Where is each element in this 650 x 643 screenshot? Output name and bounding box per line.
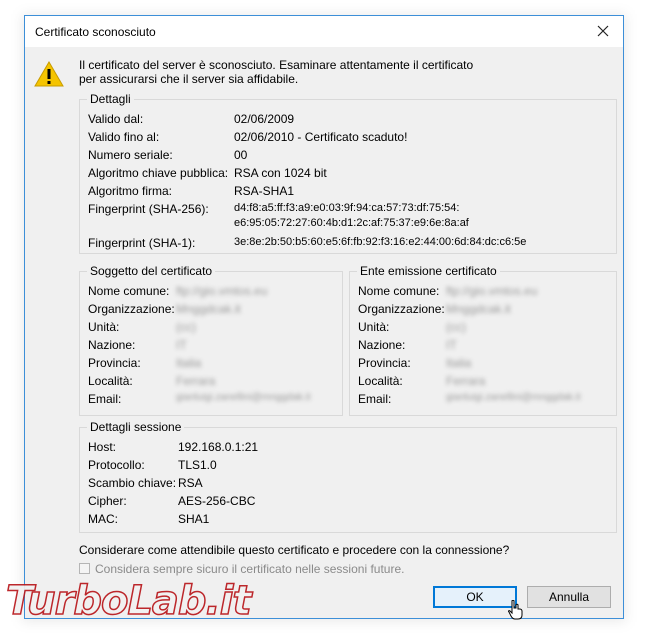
issuer-email-value: gianluigi.zanellini@mnggdak.it xyxy=(446,392,581,403)
message-line-1: Il certificato del server è sconosciuto.… xyxy=(79,58,474,72)
subject-province-label: Provincia: xyxy=(88,356,141,370)
session-group: Dettagli sessione Host: 192.168.0.1:21 Pr… xyxy=(79,420,617,533)
issuer-nation-label: Nazione: xyxy=(358,338,406,352)
protocol-label: Protocollo: xyxy=(88,458,145,472)
issuer-org-label: Organizzazione: xyxy=(358,302,445,316)
pubkey-value: RSA con 1024 bit xyxy=(234,166,327,180)
subject-org-label: Organizzazione: xyxy=(88,302,175,316)
issuer-locality-value: Ferrara xyxy=(446,374,486,388)
message-line-2: per assicurarsi che il server sia affida… xyxy=(79,72,299,86)
serial-value: 00 xyxy=(234,148,248,162)
ok-button[interactable]: OK xyxy=(433,586,517,608)
subject-org-value: Mnggdcak.it xyxy=(176,302,241,316)
subject-email-label: Email: xyxy=(88,392,122,406)
close-button[interactable] xyxy=(589,18,617,44)
mouse-cursor-icon xyxy=(508,600,523,620)
key-exchange-label: Scambio chiave: xyxy=(88,476,177,490)
details-group-title: Dettagli xyxy=(87,92,134,106)
signature-value: RSA-SHA1 xyxy=(234,184,295,198)
subject-nation-value: IT xyxy=(176,338,187,352)
trust-question: Considerare come attendibile questo cert… xyxy=(79,543,510,557)
key-exchange-value: RSA xyxy=(178,476,203,490)
subject-nation-label: Nazione: xyxy=(88,338,136,352)
window-title: Certificato sconosciuto xyxy=(35,25,156,39)
valid-to-label: Valido fino al: xyxy=(88,130,160,144)
issuer-email-label: Email: xyxy=(358,392,392,406)
message: Il certificato del server è sconosciuto.… xyxy=(79,58,499,86)
turbolab-watermark: TurboLab.it xyxy=(5,577,252,625)
subject-locality-label: Località: xyxy=(88,374,133,388)
valid-to-value: 02/06/2010 - Certificato scaduto! xyxy=(234,130,408,144)
issuer-province-value: Italia xyxy=(446,356,472,370)
issuer-group: Ente emissione certificato Nome comune: f… xyxy=(349,264,617,416)
host-label: Host: xyxy=(88,440,117,454)
subject-cn-label: Nome comune: xyxy=(88,284,170,298)
issuer-nation-value: IT xyxy=(446,338,457,352)
issuer-group-title: Ente emissione certificato xyxy=(357,264,500,278)
fingerprint-sha1-value: 3e:8e:2b:50:b5:60:e5:6f:fb:92:f3:16:e2:4… xyxy=(234,236,527,248)
session-group-title: Dettagli sessione xyxy=(87,420,185,434)
subject-email-value: gianluigi.zanellini@mnggdak.it xyxy=(176,392,311,403)
subject-group-title: Soggetto del certificato xyxy=(87,264,216,278)
subject-cn-value: ftp://gio.vmtos.eu xyxy=(176,284,268,298)
cipher-value: AES-256-CBC xyxy=(178,494,256,508)
issuer-province-label: Provincia: xyxy=(358,356,411,370)
details-group: Dettagli Valido dal: 02/06/2009 Valido fi… xyxy=(79,92,617,254)
host-value: 192.168.0.1:21 xyxy=(178,440,259,454)
issuer-locality-label: Località: xyxy=(358,374,403,388)
valid-from-label: Valido dal: xyxy=(88,112,144,126)
mac-label: MAC: xyxy=(88,512,118,526)
issuer-unit-label: Unità: xyxy=(358,320,390,334)
mac-value: SHA1 xyxy=(178,512,210,526)
signature-label: Algoritmo firma: xyxy=(88,184,173,198)
serial-label: Numero seriale: xyxy=(88,148,173,162)
issuer-org-value: Mnggdcak.it xyxy=(446,302,511,316)
subject-unit-label: Unità: xyxy=(88,320,120,334)
pubkey-label: Algoritmo chiave pubblica: xyxy=(88,166,229,180)
issuer-unit-value: (cc) xyxy=(446,320,466,334)
issuer-cn-label: Nome comune: xyxy=(358,284,440,298)
ok-button-label: OK xyxy=(466,590,484,604)
title-bar: Certificato sconosciuto xyxy=(25,16,623,47)
fingerprint-sha256-label: Fingerprint (SHA-256): xyxy=(88,202,209,216)
issuer-cn-value: ftp://gio.vmtos.eu xyxy=(446,284,538,298)
cancel-button-label: Annulla xyxy=(548,590,590,604)
subject-locality-value: Ferrara xyxy=(176,374,216,388)
warning-icon xyxy=(34,61,64,87)
fingerprint-sha1-label: Fingerprint (SHA-1): xyxy=(88,236,196,250)
cipher-label: Cipher: xyxy=(88,494,127,508)
cancel-button[interactable]: Annulla xyxy=(527,586,611,608)
fingerprint-sha256-line-2: e6:95:05:72:27:60:4b:d1:2c:af:75:37:e9:6… xyxy=(234,217,469,229)
always-trust-checkbox[interactable] xyxy=(79,563,90,574)
protocol-value: TLS1.0 xyxy=(178,458,217,472)
always-trust-label: Considera sempre sicuro il certificato n… xyxy=(95,562,405,576)
subject-unit-value: (cc) xyxy=(176,320,196,334)
fingerprint-sha256-line-1: d4:f8:a5:ff:f3:a9:e0:03:9f:94:ca:57:73:d… xyxy=(234,202,460,214)
certificate-dialog: Certificato sconosciuto Il certificato d… xyxy=(24,15,624,620)
close-icon xyxy=(597,25,609,37)
valid-from-value: 02/06/2009 xyxy=(234,112,295,126)
subject-group: Soggetto del certificato Nome comune: ftp… xyxy=(79,264,343,416)
subject-province-value: Italia xyxy=(176,356,202,370)
